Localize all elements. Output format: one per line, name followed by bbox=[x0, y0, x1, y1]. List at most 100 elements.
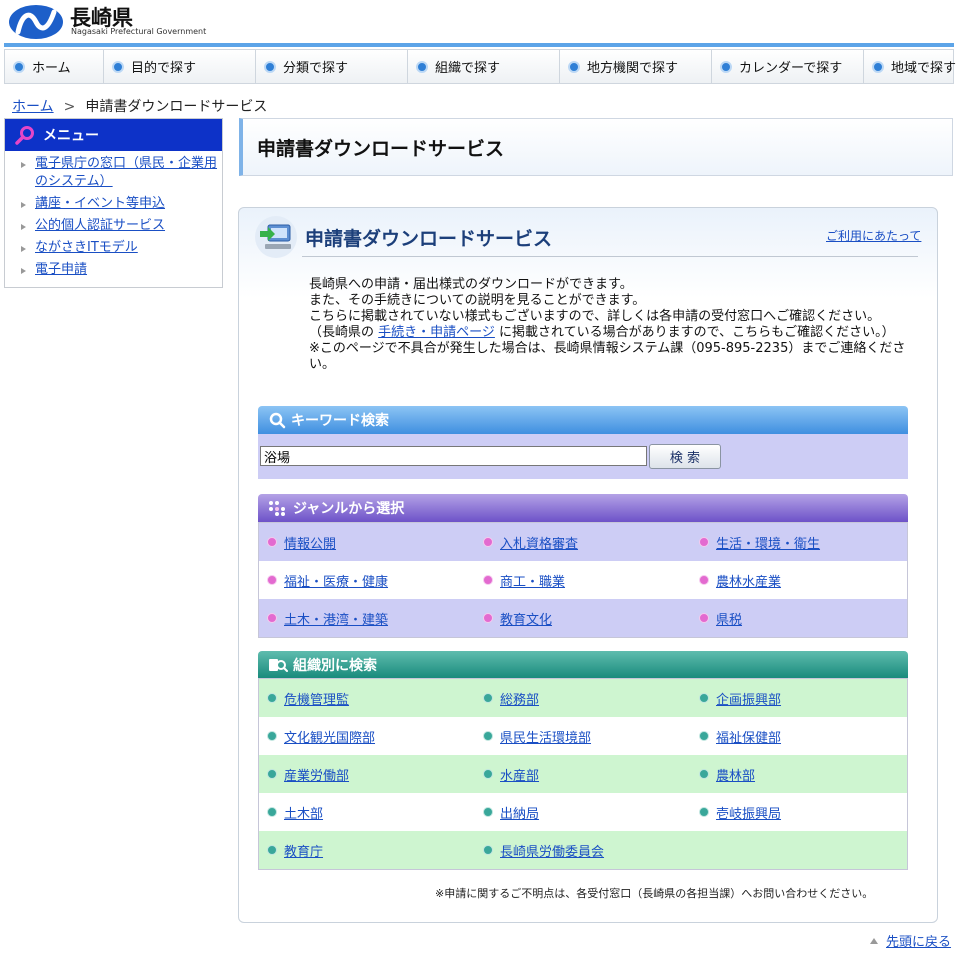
genre-cell: 土木・港湾・建築 bbox=[259, 609, 475, 628]
genre-link[interactable]: 商工・職業 bbox=[500, 571, 565, 590]
bullet-icon bbox=[483, 693, 493, 703]
logo-subtitle: Nagasaki Prefectural Government bbox=[71, 27, 207, 36]
nav-area[interactable]: 地域で探す bbox=[864, 50, 956, 83]
nav-calendar[interactable]: カレンダーで探す bbox=[712, 50, 864, 83]
org-link[interactable]: 福祉保健部 bbox=[716, 727, 781, 746]
org-cell: 文化観光国際部 bbox=[259, 727, 475, 746]
nav-bullet-icon bbox=[264, 60, 276, 73]
nav-regional-office[interactable]: 地方機関で探す bbox=[560, 50, 712, 83]
genre-cell: 情報公開 bbox=[259, 533, 475, 552]
org-link[interactable]: 危機管理監 bbox=[284, 689, 349, 708]
nav-bullet-icon bbox=[872, 60, 884, 73]
bullet-icon bbox=[267, 693, 277, 703]
bullet-icon bbox=[699, 693, 709, 703]
org-row: 産業労働部 水産部 農林部 bbox=[259, 755, 907, 793]
bullet-icon bbox=[699, 575, 709, 585]
bullet-icon bbox=[267, 613, 277, 623]
keyword-search-header: キーワード検索 bbox=[258, 406, 908, 434]
breadcrumb-home-link[interactable]: ホーム bbox=[12, 99, 54, 115]
genre-link[interactable]: 福祉・医療・健康 bbox=[284, 571, 388, 590]
usage-guide-link[interactable]: ご利用にあたって bbox=[826, 227, 921, 244]
genre-table: 情報公開 入札資格審査 生活・環境・衛生 福祉・医療・健康 商工・職業 農林水産… bbox=[258, 522, 908, 638]
genre-link[interactable]: 土木・港湾・建築 bbox=[284, 609, 388, 628]
genre-link[interactable]: 生活・環境・衛生 bbox=[716, 533, 820, 552]
magnifier-icon bbox=[269, 412, 286, 429]
org-link[interactable]: 文化観光国際部 bbox=[284, 727, 375, 746]
genre-header: ジャンルから選択 bbox=[258, 494, 908, 522]
org-cell: 福祉保健部 bbox=[691, 727, 907, 746]
genre-link[interactable]: 農林水産業 bbox=[716, 571, 781, 590]
nav-category[interactable]: 分類で探す bbox=[256, 50, 408, 83]
org-link[interactable]: 出納局 bbox=[500, 803, 539, 822]
genre-link[interactable]: 教育文化 bbox=[500, 609, 552, 628]
sidebar-menu: メニュー 電子県庁の窓口（県民・企業用のシステム） 講座・イベント等申込 公的個… bbox=[4, 118, 223, 288]
title-divider bbox=[302, 256, 918, 257]
nav-organization[interactable]: 組織で探す bbox=[408, 50, 560, 83]
search-icon bbox=[15, 126, 34, 145]
org-cell: 県民生活環境部 bbox=[475, 727, 691, 746]
org-link[interactable]: 教育庁 bbox=[284, 841, 323, 860]
content-title: 申請書ダウンロードサービス bbox=[305, 228, 553, 250]
org-cell: 企画振興部 bbox=[691, 689, 907, 708]
org-row: 文化観光国際部 県民生活環境部 福祉保健部 bbox=[259, 717, 907, 755]
organization-table: 危機管理監 総務部 企画振興部 文化観光国際部 県民生活環境部 福祉保健部 産業… bbox=[258, 678, 908, 870]
nav-purpose[interactable]: 目的で探す bbox=[104, 50, 256, 83]
keyword-input[interactable] bbox=[260, 446, 647, 466]
genre-link[interactable]: 情報公開 bbox=[284, 533, 336, 552]
sidebar-item-e-government: 電子県庁の窓口（県民・企業用のシステム） bbox=[5, 155, 222, 191]
genre-cell: 農林水産業 bbox=[691, 571, 907, 590]
nav-home[interactable]: ホーム bbox=[5, 50, 104, 83]
global-nav: ホーム 目的で探す 分類で探す 組織で探す 地方機関で探す カレンダーで探す 地… bbox=[4, 49, 956, 84]
bullet-icon bbox=[699, 807, 709, 817]
bullet-icon bbox=[483, 613, 493, 623]
sidebar-title: メニュー bbox=[43, 128, 99, 144]
genre-cell: 県税 bbox=[691, 609, 907, 628]
sidebar-link-it-model[interactable]: ながさきITモデル bbox=[35, 240, 138, 255]
sidebar-link-public-auth[interactable]: 公的個人認証サービス bbox=[35, 218, 165, 233]
org-link[interactable]: 水産部 bbox=[500, 765, 539, 784]
genre-cell: 福祉・医療・健康 bbox=[259, 571, 475, 590]
bullet-icon bbox=[483, 575, 493, 585]
sidebar-link-e-application[interactable]: 電子申請 bbox=[35, 262, 87, 277]
bullet-icon bbox=[267, 731, 277, 741]
back-to-top-link[interactable]: 先頭に戻る bbox=[886, 931, 951, 950]
up-arrow-icon bbox=[870, 937, 878, 944]
genre-link[interactable]: 入札資格審査 bbox=[500, 533, 578, 552]
sidebar-item-public-auth: 公的個人認証サービス bbox=[5, 217, 222, 235]
org-link[interactable]: 農林部 bbox=[716, 765, 755, 784]
org-link[interactable]: 県民生活環境部 bbox=[500, 727, 591, 746]
breadcrumb-current: 申請書ダウンロードサービス bbox=[85, 99, 268, 115]
breadcrumb: ホーム > 申請書ダウンロードサービス bbox=[12, 96, 267, 116]
bullet-icon bbox=[267, 807, 277, 817]
bullet-icon bbox=[483, 845, 493, 855]
description: 長崎県への申請・届出様式のダウンロードができます。 また、その手続きについての説… bbox=[309, 277, 906, 372]
breadcrumb-separator: > bbox=[63, 99, 76, 115]
grid-dots-icon bbox=[269, 501, 285, 516]
search-button[interactable]: 検 索 bbox=[649, 444, 721, 469]
sidebar-header: メニュー bbox=[5, 119, 222, 151]
org-cell: 危機管理監 bbox=[259, 689, 475, 708]
bullet-icon bbox=[267, 769, 277, 779]
org-cell: 教育庁 bbox=[259, 841, 475, 860]
prefecture-logo-icon bbox=[9, 5, 63, 39]
bullet-icon bbox=[699, 731, 709, 741]
nav-bullet-icon bbox=[112, 60, 124, 73]
org-link[interactable]: 土木部 bbox=[284, 803, 323, 822]
sidebar-link-events[interactable]: 講座・イベント等申込 bbox=[35, 196, 165, 211]
bullet-icon bbox=[483, 807, 493, 817]
genre-row: 土木・港湾・建築 教育文化 県税 bbox=[259, 599, 907, 637]
procedure-page-link[interactable]: 手続き・申請ページ bbox=[378, 325, 495, 340]
genre-link[interactable]: 県税 bbox=[716, 609, 742, 628]
org-link[interactable]: 総務部 bbox=[500, 689, 539, 708]
sidebar-item-it-model: ながさきITモデル bbox=[5, 239, 222, 257]
nav-bullet-icon bbox=[720, 60, 732, 73]
org-link[interactable]: 産業労働部 bbox=[284, 765, 349, 784]
organization-header: 組織別に検索 bbox=[258, 651, 908, 679]
genre-cell: 教育文化 bbox=[475, 609, 691, 628]
org-link[interactable]: 長崎県労働委員会 bbox=[500, 841, 604, 860]
sidebar-link-e-government[interactable]: 電子県庁の窓口（県民・企業用のシステム） bbox=[35, 156, 217, 189]
org-link[interactable]: 企画振興部 bbox=[716, 689, 781, 708]
org-row: 教育庁 長崎県労働委員会 bbox=[259, 831, 907, 869]
org-cell: 総務部 bbox=[475, 689, 691, 708]
org-link[interactable]: 壱岐振興局 bbox=[716, 803, 781, 822]
